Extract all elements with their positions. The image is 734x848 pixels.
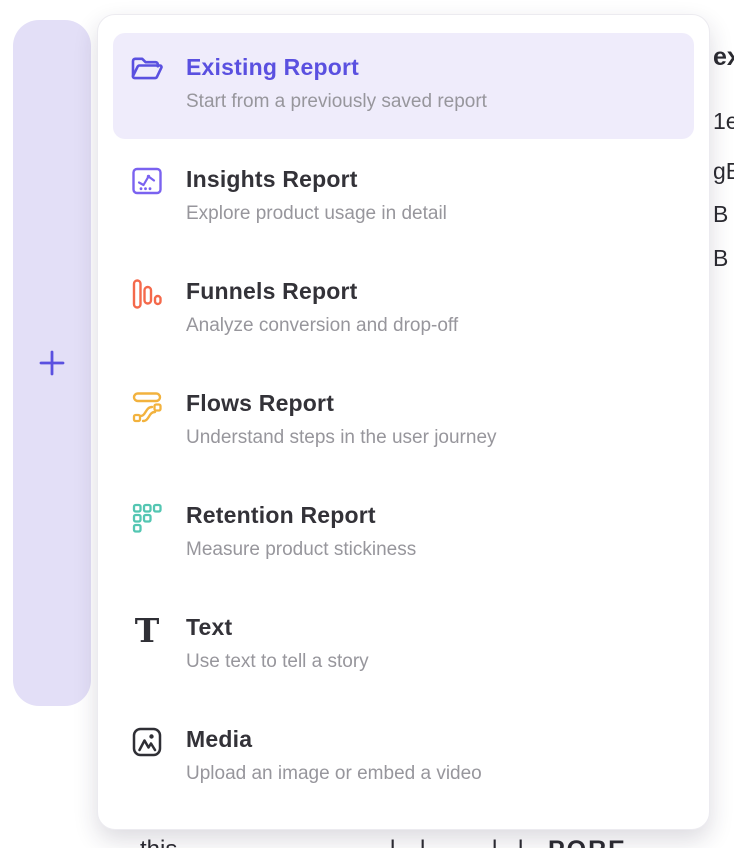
- menu-item-title: Existing Report: [186, 54, 487, 81]
- bg-text-fragment: 1e: [713, 108, 734, 135]
- menu-item-title: Flows Report: [186, 390, 497, 417]
- funnel-bars-icon: [129, 278, 165, 314]
- bg-text-fragment: PORE: [548, 836, 627, 848]
- folder-open-icon: [129, 54, 165, 90]
- bg-text-fragment: l: [492, 836, 497, 848]
- bg-text-fragment: B: [713, 201, 728, 228]
- board-side-rail: [13, 20, 91, 706]
- menu-item-funnels-report[interactable]: Funnels Report Analyze conversion and dr…: [113, 257, 694, 363]
- menu-item-subtitle: Use text to tell a story: [186, 651, 369, 673]
- menu-item-title: Media: [186, 726, 482, 753]
- bg-text-fragment: B: [713, 245, 728, 272]
- text-serif-icon: T: [129, 614, 165, 650]
- line-chart-icon: [129, 166, 165, 202]
- plus-icon: [35, 346, 69, 380]
- bg-text-fragment: gB: [713, 158, 734, 185]
- menu-item-title: Retention Report: [186, 502, 416, 529]
- menu-item-retention-report[interactable]: Retention Report Measure product stickin…: [113, 481, 694, 587]
- add-card-button[interactable]: [32, 343, 72, 383]
- menu-item-media[interactable]: Media Upload an image or embed a video: [113, 705, 694, 811]
- menu-item-text[interactable]: T Text Use text to tell a story: [113, 593, 694, 699]
- menu-item-existing-report[interactable]: Existing Report Start from a previously …: [113, 33, 694, 139]
- menu-item-subtitle: Start from a previously saved report: [186, 91, 487, 113]
- menu-item-flows-report[interactable]: Flows Report Understand steps in the use…: [113, 369, 694, 475]
- menu-item-title: Text: [186, 614, 369, 641]
- bg-bottom-text-row: this l l l l. PORE: [0, 836, 734, 848]
- add-card-menu: Existing Report Start from a previously …: [97, 14, 710, 830]
- bg-text-fragment: this: [140, 836, 177, 848]
- menu-item-title: Funnels Report: [186, 278, 458, 305]
- bg-text-fragment: l.: [518, 836, 530, 848]
- bg-text-fragment: l: [420, 836, 425, 848]
- menu-item-subtitle: Understand steps in the user journey: [186, 427, 497, 449]
- image-icon: [129, 726, 165, 762]
- menu-item-subtitle: Upload an image or embed a video: [186, 763, 482, 785]
- bg-text-fragment: ex: [713, 43, 734, 72]
- menu-item-title: Insights Report: [186, 166, 447, 193]
- menu-item-subtitle: Explore product usage in detail: [186, 203, 447, 225]
- flow-wave-icon: [129, 390, 165, 426]
- bg-text-fragment: l: [390, 836, 395, 848]
- retention-grid-icon: [129, 502, 165, 538]
- menu-item-insights-report[interactable]: Insights Report Explore product usage in…: [113, 145, 694, 251]
- menu-item-subtitle: Analyze conversion and drop-off: [186, 315, 458, 337]
- menu-item-subtitle: Measure product stickiness: [186, 539, 416, 561]
